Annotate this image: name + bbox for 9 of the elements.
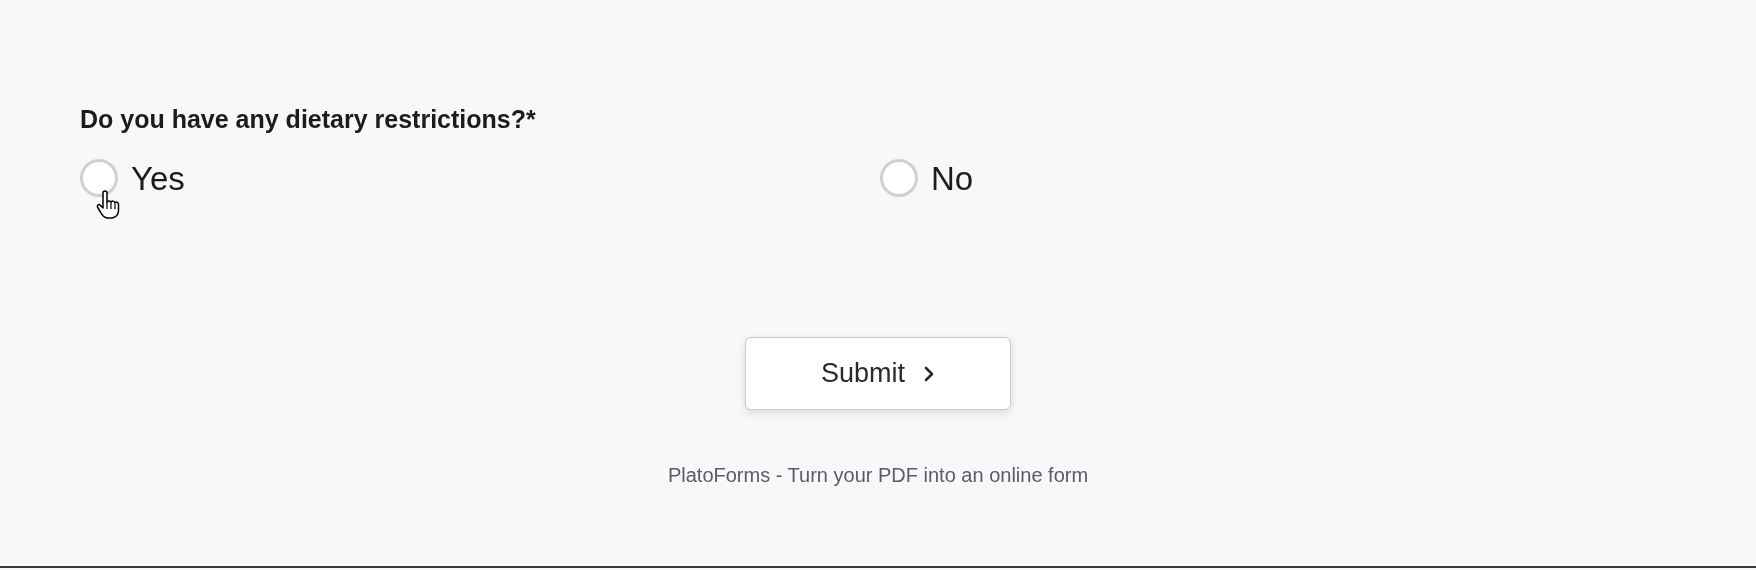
radio-button[interactable] [880, 159, 918, 198]
option-label[interactable]: Yes [131, 153, 185, 203]
question-label: Do you have any dietary restrictions?* [80, 104, 536, 135]
submit-button[interactable]: Submit [745, 337, 1011, 410]
option-label[interactable]: No [931, 153, 974, 203]
chevron-right-icon [923, 365, 935, 382]
footer-text: PlatoForms - Turn your PDF into an online form [667, 463, 1089, 488]
radio-button[interactable] [80, 159, 118, 198]
hand-pointer-icon [96, 189, 120, 220]
